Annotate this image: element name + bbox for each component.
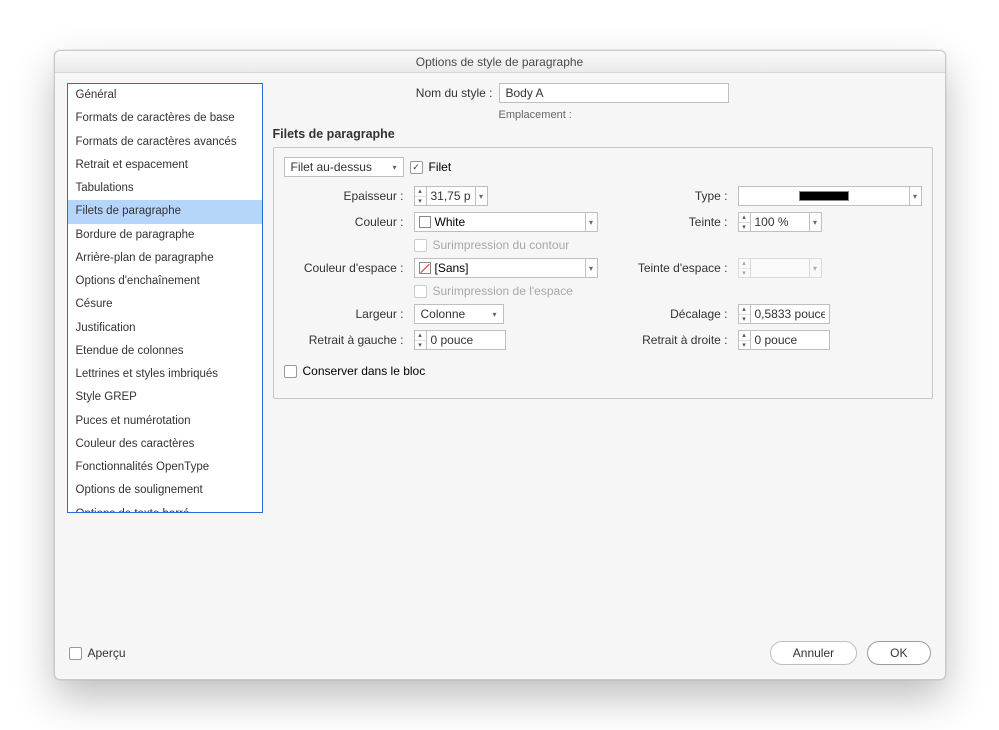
dialog-title: Options de style de paragraphe xyxy=(55,51,945,73)
right-indent-input[interactable] xyxy=(750,330,830,350)
style-name-label: Nom du style : xyxy=(273,86,493,100)
width-value: Colonne xyxy=(421,307,466,321)
dialog-footer: Aperçu Annuler OK xyxy=(55,631,945,679)
type-select[interactable] xyxy=(738,186,910,206)
type-dropdown[interactable]: ▾ xyxy=(910,186,922,206)
tint-stepper[interactable]: ▴▾ xyxy=(738,212,810,232)
rule-on-checkbox[interactable] xyxy=(410,161,423,174)
overprint-gap-label: Surimpression de l'espace xyxy=(433,284,573,298)
tint-input[interactable] xyxy=(750,212,810,232)
width-select[interactable]: Colonne ▾ xyxy=(414,304,504,324)
stroke-type-swatch xyxy=(799,191,849,201)
gap-color-select[interactable]: [Sans] xyxy=(414,258,586,278)
cancel-button[interactable]: Annuler xyxy=(770,641,857,665)
gap-color-value: [Sans] xyxy=(435,261,469,275)
rule-position-select[interactable]: Filet au-dessus ▾ xyxy=(284,157,404,177)
color-value: White xyxy=(435,215,466,229)
right-indent-label: Retrait à droite : xyxy=(608,333,728,347)
chevron-down-icon: ▾ xyxy=(492,310,496,319)
main-panel: Nom du style : Emplacement : Filets de p… xyxy=(273,83,933,513)
offset-input[interactable] xyxy=(750,304,830,324)
left-indent-stepper[interactable]: ▴▾ xyxy=(414,330,598,350)
sidebar-item[interactable]: Bordure de paragraphe xyxy=(68,224,262,247)
style-name-input[interactable] xyxy=(499,83,729,103)
sidebar-item[interactable]: Puces et numérotation xyxy=(68,410,262,433)
rule-on-label: Filet xyxy=(429,160,452,174)
weight-label: Epaisseur : xyxy=(284,189,404,203)
rules-panel: Filet au-dessus ▾ Filet Epaisseur : ▴▾ ▾ xyxy=(273,147,933,399)
weight-input[interactable] xyxy=(426,186,476,206)
gap-color-label: Couleur d'espace : xyxy=(284,261,404,275)
sidebar-item[interactable]: Formats de caractères de base xyxy=(68,107,262,130)
sidebar-item[interactable]: Retrait et espacement xyxy=(68,154,262,177)
tint-label: Teinte : xyxy=(608,215,728,229)
right-indent-stepper[interactable]: ▴▾ xyxy=(738,330,922,350)
gap-color-dropdown[interactable]: ▾ xyxy=(586,258,598,278)
overprint-stroke-checkbox xyxy=(414,239,427,252)
color-label: Couleur : xyxy=(284,215,404,229)
keep-in-frame-checkbox[interactable] xyxy=(284,365,297,378)
gap-color-swatch xyxy=(419,262,431,274)
offset-label: Décalage : xyxy=(608,307,728,321)
gap-tint-stepper[interactable]: ▴▾ xyxy=(738,258,810,278)
sidebar-item[interactable]: Style GREP xyxy=(68,386,262,409)
keep-in-frame-label: Conserver dans le bloc xyxy=(303,364,426,378)
gap-tint-dropdown[interactable]: ▾ xyxy=(810,258,822,278)
preview-label: Aperçu xyxy=(88,646,126,660)
gap-tint-input[interactable] xyxy=(750,258,810,278)
sidebar-item[interactable]: Fonctionnalités OpenType xyxy=(68,456,262,479)
color-dropdown[interactable]: ▾ xyxy=(586,212,598,232)
dialog-content: GénéralFormats de caractères de baseForm… xyxy=(55,73,945,513)
paragraph-style-options-dialog: Options de style de paragraphe GénéralFo… xyxy=(54,50,946,680)
overprint-stroke-label: Surimpression du contour xyxy=(433,238,570,252)
color-swatch xyxy=(419,216,431,228)
left-indent-input[interactable] xyxy=(426,330,506,350)
tint-dropdown[interactable]: ▾ xyxy=(810,212,822,232)
sidebar-item[interactable]: Justification xyxy=(68,317,262,340)
offset-stepper[interactable]: ▴▾ xyxy=(738,304,922,324)
chevron-down-icon: ▾ xyxy=(392,163,396,172)
sidebar-item[interactable]: Couleur des caractères xyxy=(68,433,262,456)
sidebar-item[interactable]: Options de soulignement xyxy=(68,479,262,502)
rule-position-value: Filet au-dessus xyxy=(291,160,372,174)
sidebar-item[interactable]: Formats de caractères avancés xyxy=(68,131,262,154)
sidebar-item[interactable]: Options d'enchaînement xyxy=(68,270,262,293)
overprint-gap-checkbox xyxy=(414,285,427,298)
sidebar-item[interactable]: Césure xyxy=(68,293,262,316)
sidebar-item[interactable]: Options de texte barré xyxy=(68,503,262,514)
weight-stepper[interactable]: ▴▾ xyxy=(414,186,476,206)
color-select[interactable]: White xyxy=(414,212,586,232)
sidebar-item[interactable]: Etendue de colonnes xyxy=(68,340,262,363)
sidebar-item[interactable]: Tabulations xyxy=(68,177,262,200)
sidebar-item[interactable]: Lettrines et styles imbriqués xyxy=(68,363,262,386)
preview-checkbox[interactable] xyxy=(69,647,82,660)
sidebar-item[interactable]: Filets de paragraphe xyxy=(68,200,262,223)
sidebar-item[interactable]: Général xyxy=(68,84,262,107)
weight-dropdown[interactable]: ▾ xyxy=(476,186,488,206)
sidebar-item[interactable]: Arrière-plan de paragraphe xyxy=(68,247,262,270)
width-label: Largeur : xyxy=(284,307,404,321)
ok-button[interactable]: OK xyxy=(867,641,930,665)
gap-tint-label: Teinte d'espace : xyxy=(608,261,728,275)
category-sidebar[interactable]: GénéralFormats de caractères de baseForm… xyxy=(67,83,263,513)
type-label: Type : xyxy=(608,189,728,203)
section-title: Filets de paragraphe xyxy=(273,127,933,141)
location-label: Emplacement : xyxy=(499,109,933,121)
left-indent-label: Retrait à gauche : xyxy=(284,333,404,347)
